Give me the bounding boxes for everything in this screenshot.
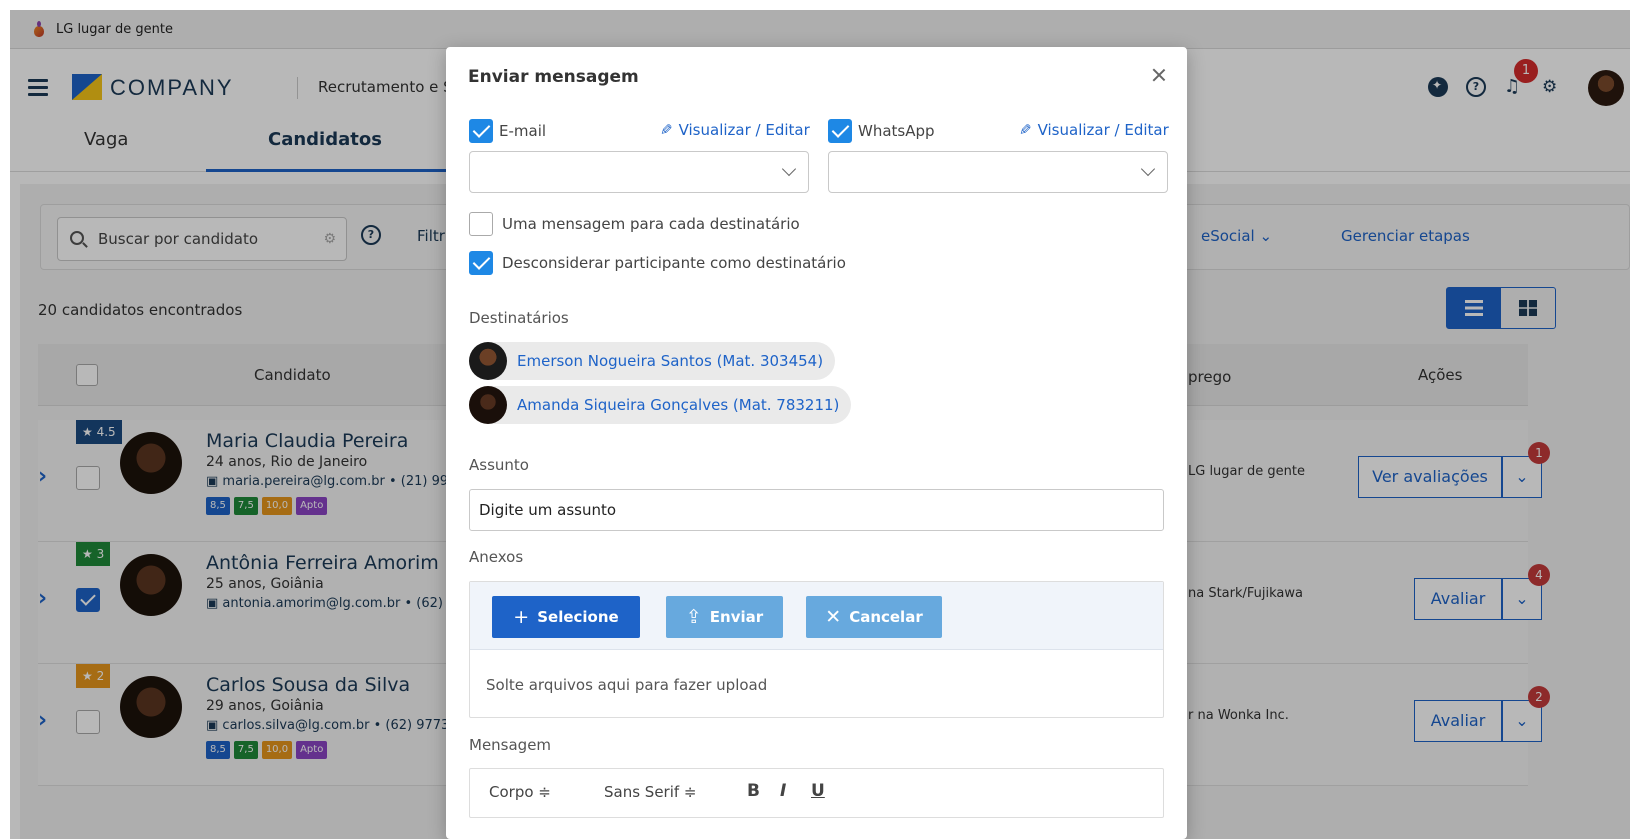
ignore-participant-checkbox[interactable] [469,251,493,275]
recipient-name: Amanda Siqueira Gonçalves (Mat. 783211) [517,396,840,414]
chevron-down-icon [1140,161,1156,177]
bold-button[interactable]: B [747,781,760,801]
send-message-dialog: Enviar mensagem E-mail ✎ Visualizar / Edi… [446,47,1187,839]
whatsapp-edit-link[interactable]: ✎ Visualizar / Editar [1019,121,1169,139]
plus-icon: + [513,606,530,628]
pencil-icon: ✎ [1019,121,1032,139]
select-files-button[interactable]: + Selecione [492,596,640,638]
dialog-title: Enviar mensagem [468,67,639,87]
italic-button[interactable]: I [780,781,786,801]
paragraph-style-select[interactable]: Corpo ≑ [489,783,551,801]
whatsapp-label: WhatsApp [858,122,935,140]
close-icon: ✕ [825,606,842,628]
ignore-participant-label: Desconsiderar participante como destinat… [502,254,846,272]
email-checkbox[interactable] [469,119,493,143]
upload-button[interactable]: ⇪ Enviar [666,596,783,638]
whatsapp-checkbox[interactable] [828,119,852,143]
editor-toolbar: Corpo ≑ Sans Serif ≑ B I U [469,768,1164,818]
cancel-upload-button[interactable]: ✕ Cancelar [806,596,942,638]
upload-icon: ⇪ [685,606,702,628]
underline-button[interactable]: U [811,781,825,801]
subject-label: Assunto [469,456,529,474]
one-message-each-checkbox[interactable] [469,212,493,236]
font-family-select[interactable]: Sans Serif ≑ [604,783,697,801]
recipient-name: Emerson Nogueira Santos (Mat. 303454) [517,352,824,370]
one-message-each-label: Uma mensagem para cada destinatário [502,215,800,233]
recipient-avatar [469,386,507,424]
email-label: E-mail [499,122,547,140]
pencil-icon: ✎ [660,121,673,139]
subject-input[interactable]: Digite um assunto [469,489,1164,531]
close-icon[interactable] [1149,65,1169,85]
email-template-select[interactable] [469,151,809,193]
email-edit-link[interactable]: ✎ Visualizar / Editar [660,121,810,139]
chevron-down-icon [781,161,797,177]
recipients-label: Destinatários [469,309,569,327]
recipient-chip[interactable]: Amanda Siqueira Gonçalves (Mat. 783211) [469,386,852,424]
recipient-avatar [469,342,507,380]
upload-area[interactable]: + Selecione ⇪ Enviar ✕ Cancelar Solte arqui… [469,581,1164,718]
whatsapp-template-select[interactable] [828,151,1168,193]
recipient-chip[interactable]: Emerson Nogueira Santos (Mat. 303454) [469,342,836,380]
upload-toolbar: + Selecione ⇪ Enviar ✕ Cancelar [470,582,1163,650]
message-label: Mensagem [469,736,552,754]
drop-zone-text: Solte arquivos aqui para fazer upload [486,676,768,694]
attachments-label: Anexos [469,548,524,566]
